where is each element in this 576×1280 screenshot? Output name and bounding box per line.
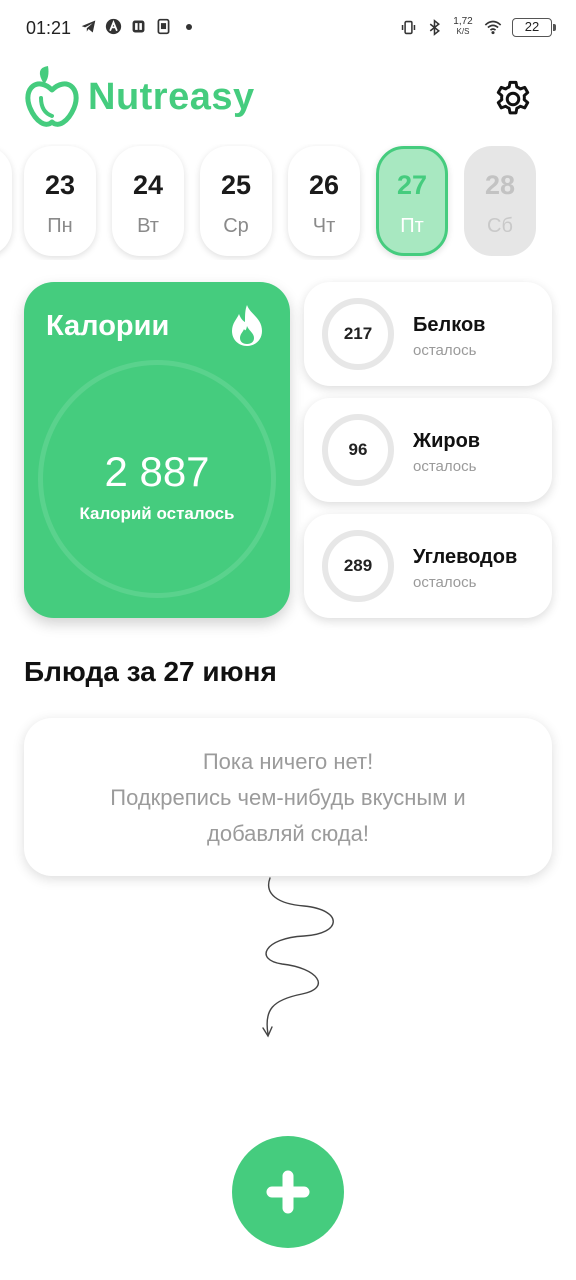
app-header: Nutreasy xyxy=(0,58,576,142)
calories-title: Калории xyxy=(46,310,170,342)
carbs-remaining-label: осталось xyxy=(413,574,477,591)
bluetooth-icon xyxy=(429,18,440,36)
day-number: 28 xyxy=(484,170,516,200)
day-card-25[interactable]: 25 Ср xyxy=(200,146,272,256)
settings-button[interactable] xyxy=(490,76,536,122)
fat-remaining-label: осталось xyxy=(413,458,477,475)
day-card-26[interactable]: 26 Чт xyxy=(288,146,360,256)
status-left-icons xyxy=(80,18,192,35)
app-notification-icon xyxy=(132,20,145,33)
day-name: Сб xyxy=(487,215,513,237)
status-bar: 01:21 1,72 K/S 22 xyxy=(0,0,576,58)
network-speed-value: 1,72 xyxy=(453,16,473,27)
day-card-previous[interactable] xyxy=(0,146,12,256)
day-number: 25 xyxy=(220,170,252,200)
status-right-icons: 1,72 K/S 22 xyxy=(400,17,556,37)
add-meal-button[interactable] xyxy=(232,1136,344,1248)
network-speed-unit: K/S xyxy=(456,27,470,36)
macro-card-carbs[interactable]: 289 Углеводов осталось xyxy=(304,514,552,618)
day-card-24[interactable]: 24 Вт xyxy=(112,146,184,256)
meals-section-title: Блюда за 27 июня xyxy=(24,656,277,687)
day-name: Пт xyxy=(400,215,424,237)
empty-meals-card: Пока ничего нет! Подкрепись чем-нибудь в… xyxy=(24,718,552,876)
day-selector: 23 Пн 24 Вт 25 Ср 26 Чт 27 Пт 28 Сб xyxy=(0,144,576,260)
day-name: Чт xyxy=(312,215,336,237)
macro-card-fat[interactable]: 96 Жиров осталось xyxy=(304,398,552,502)
more-dot-icon xyxy=(186,23,192,30)
battery-indicator: 22 xyxy=(512,17,556,37)
plus-icon xyxy=(266,1170,310,1214)
protein-label: Белков xyxy=(413,314,486,336)
day-number: 27 xyxy=(396,170,428,200)
day-card-23[interactable]: 23 Пн xyxy=(24,146,96,256)
day-name: Ср xyxy=(223,215,249,237)
vibrate-icon xyxy=(401,20,416,34)
protein-progress-ring: 217 xyxy=(322,298,394,370)
calories-remaining-value: 2 887 xyxy=(104,448,210,495)
fat-progress-ring: 96 xyxy=(322,414,394,486)
network-speed: 1,72 K/S xyxy=(452,17,474,37)
calories-card[interactable]: Калории 2 887 Калорий осталось xyxy=(24,282,290,618)
day-name: Пн xyxy=(47,215,73,237)
day-number: 23 xyxy=(44,170,76,200)
fire-icon xyxy=(232,305,262,346)
empty-message-line: добавляй сюда! xyxy=(207,821,369,846)
telegram-icon xyxy=(81,20,96,33)
carbs-progress-ring: 289 xyxy=(322,530,394,602)
app-a-icon xyxy=(105,18,122,35)
protein-remaining-label: осталось xyxy=(413,342,477,359)
day-name: Вт xyxy=(137,215,159,237)
day-number: 24 xyxy=(132,170,164,200)
day-card-28-disabled: 28 Сб xyxy=(464,146,536,256)
day-number: 26 xyxy=(308,170,340,200)
carbs-label: Углеводов xyxy=(413,546,518,568)
apple-logo-icon xyxy=(25,66,79,127)
macro-card-protein[interactable]: 217 Белков осталось xyxy=(304,282,552,386)
app-title: Nutreasy xyxy=(88,76,255,118)
empty-message-line: Подкрепись чем-нибудь вкусным и xyxy=(110,785,466,810)
status-time: 01:21 xyxy=(26,18,72,38)
day-card-27-selected[interactable]: 27 Пт xyxy=(376,146,448,256)
squiggly-arrow-icon xyxy=(262,877,334,1038)
gear-icon xyxy=(496,80,530,115)
wifi-icon xyxy=(484,20,502,34)
fat-label: Жиров xyxy=(413,430,481,452)
calories-remaining-caption: Калорий осталось xyxy=(79,504,235,523)
empty-message-line: Пока ничего нет! xyxy=(202,749,374,774)
sim-icon xyxy=(157,18,170,35)
